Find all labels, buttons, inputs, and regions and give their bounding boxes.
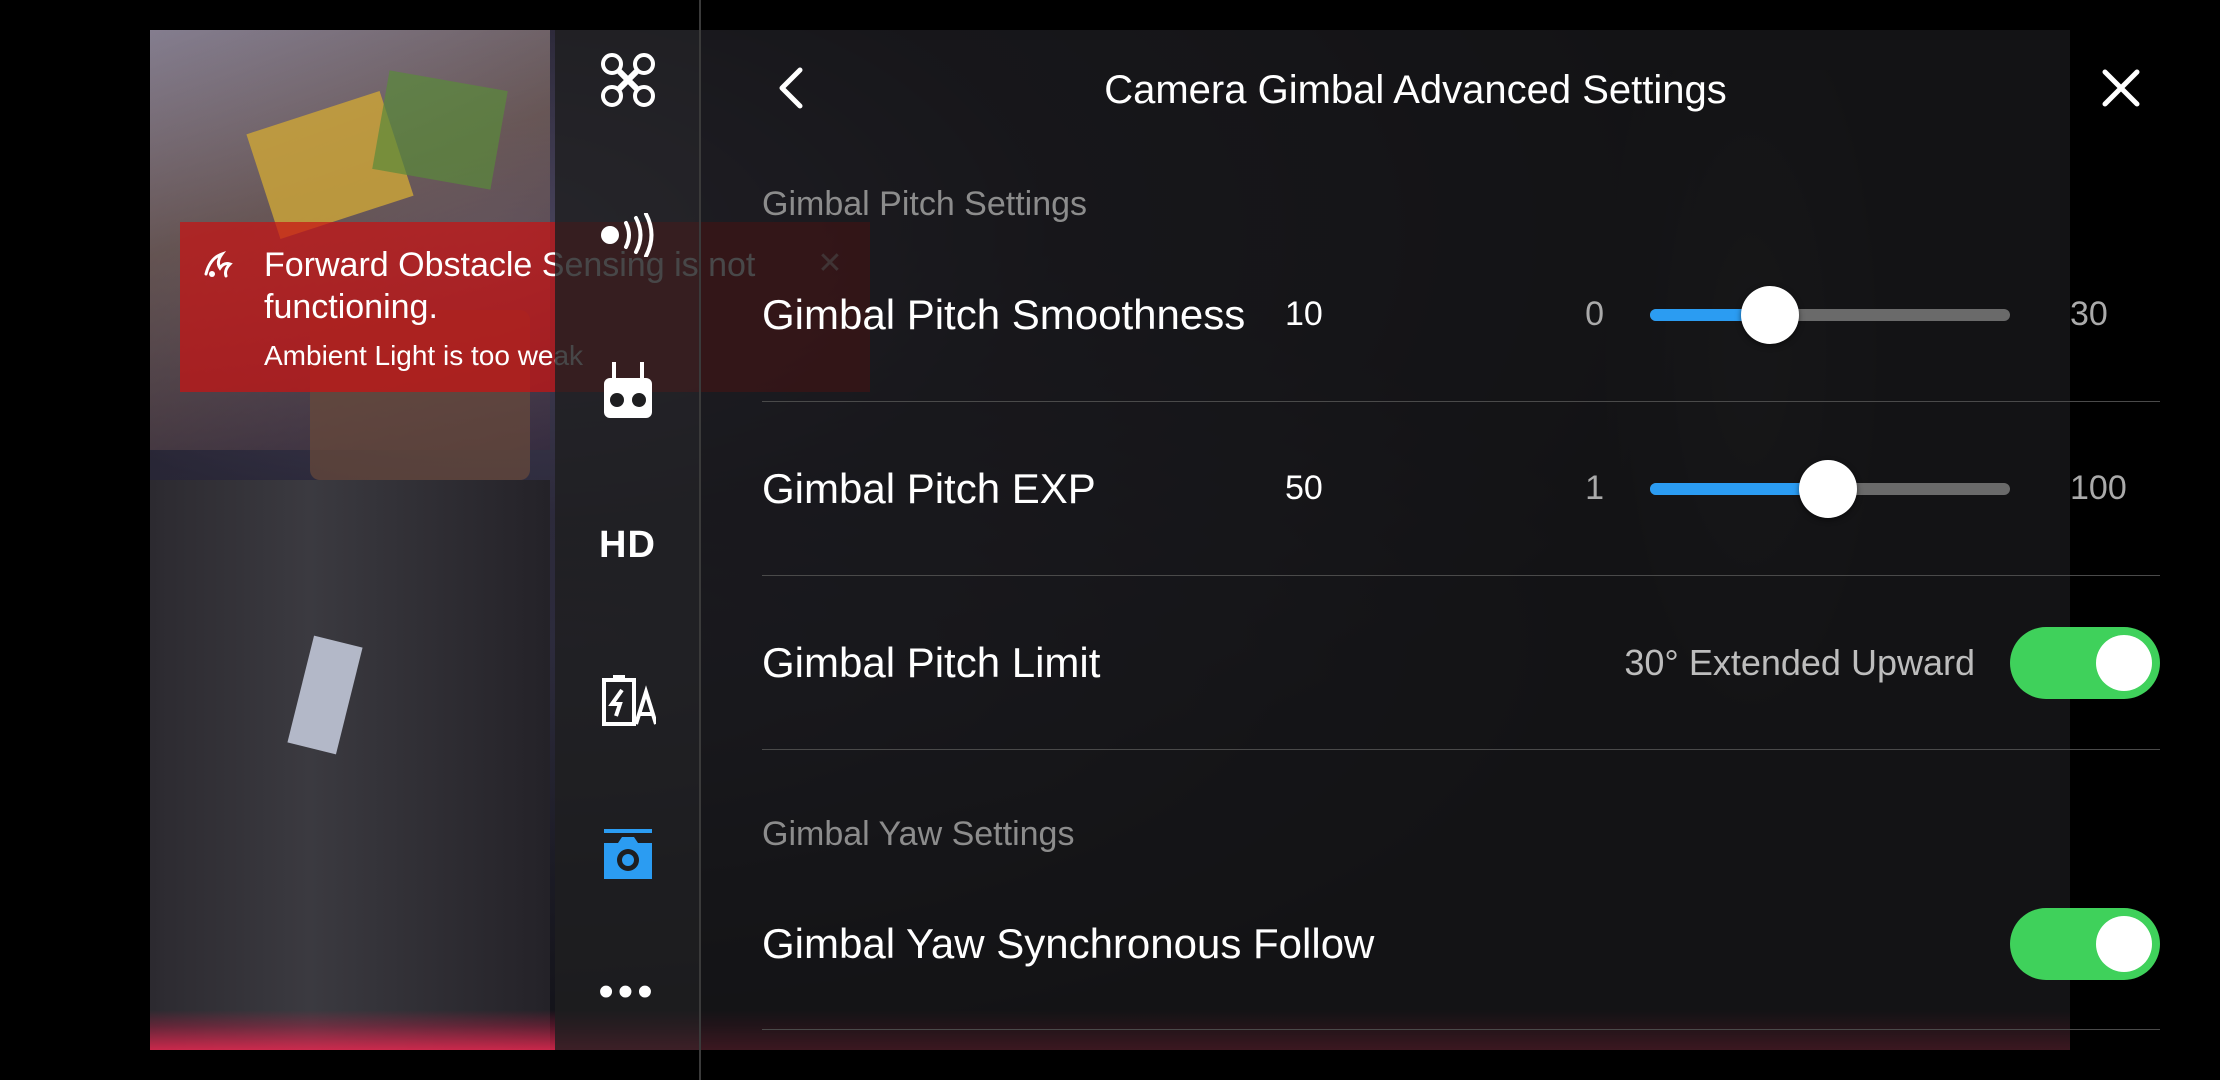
panel-header: Camera Gimbal Advanced Settings	[701, 30, 2140, 150]
pitch-limit-toggle[interactable]	[2010, 627, 2160, 699]
slider-max: 100	[2070, 469, 2127, 507]
section-label-pitch: Gimbal Pitch Settings	[762, 185, 1088, 223]
close-icon	[2101, 68, 2141, 113]
row-gimbal-yaw-sync-follow: Gimbal Yaw Synchronous Follow	[762, 858, 2160, 1030]
gimbal-settings-panel: Camera Gimbal Advanced Settings Gimbal P…	[701, 30, 2160, 1050]
slider-max: 30	[2070, 295, 2108, 333]
obstacle-sensing-icon	[200, 244, 240, 284]
slider-value: 50	[1285, 469, 1323, 507]
warning-subtitle: Ambient Light is too weak	[264, 340, 584, 371]
rail-item-camera[interactable]	[555, 805, 700, 905]
toggle-description: 30° Extended Upward	[1624, 641, 1975, 683]
remote-controller-icon	[602, 360, 654, 420]
row-label: Gimbal Pitch EXP	[762, 464, 1096, 512]
feed-object	[150, 480, 550, 1050]
screen: Forward Obstacle Sensing is not function…	[0, 0, 2220, 1080]
slider-min: 1	[1585, 469, 1604, 507]
row-label: Gimbal Yaw Synchronous Follow	[762, 919, 1375, 967]
close-button[interactable]	[2091, 60, 2151, 120]
signal-icon	[598, 213, 658, 257]
row-label: Gimbal Pitch Smoothness	[762, 290, 1246, 338]
pitch-exp-slider[interactable]	[1650, 460, 2010, 518]
settings-nav-rail: HD •••	[555, 30, 700, 1050]
row-label: Gimbal Pitch Limit	[762, 638, 1101, 686]
toggle-knob	[2096, 635, 2152, 691]
pitch-smoothness-slider[interactable]	[1650, 286, 2010, 344]
slider-thumb[interactable]	[1741, 286, 1799, 344]
battery-icon	[600, 672, 656, 728]
camera-icon	[600, 827, 656, 883]
slider-min: 0	[1585, 295, 1604, 333]
rail-item-signal[interactable]	[555, 185, 700, 285]
feed-object	[372, 70, 508, 190]
row-gimbal-pitch-limit: Gimbal Pitch Limit 30° Extended Upward	[762, 576, 2160, 750]
slider-thumb[interactable]	[1799, 460, 1857, 518]
yaw-sync-follow-toggle[interactable]	[2010, 908, 2160, 980]
section-label-yaw: Gimbal Yaw Settings	[762, 815, 1075, 853]
row-gimbal-pitch-exp: Gimbal Pitch EXP 50 1 100	[762, 402, 2160, 576]
toggle-knob	[2096, 916, 2152, 972]
rail-item-aircraft[interactable]	[555, 30, 700, 130]
rail-item-hd[interactable]: HD	[555, 495, 700, 595]
slider-value: 10	[1285, 295, 1323, 333]
rail-item-more[interactable]: •••	[555, 942, 700, 1042]
aircraft-icon	[600, 52, 656, 108]
rail-item-battery[interactable]	[555, 650, 700, 750]
rail-item-remote-controller[interactable]	[555, 340, 700, 440]
row-gimbal-pitch-smoothness: Gimbal Pitch Smoothness 10 0 30	[762, 228, 2160, 402]
page-title: Camera Gimbal Advanced Settings	[1104, 68, 1727, 112]
